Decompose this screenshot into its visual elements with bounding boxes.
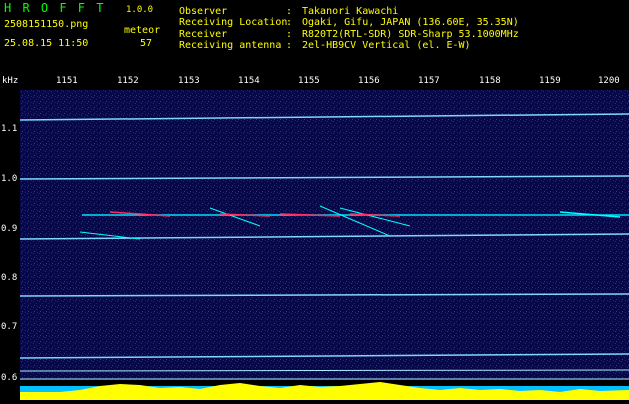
y-tick-label: 0.8 (1, 273, 18, 283)
frequency-unit-label: kHz (2, 76, 19, 86)
file-name: 2508151150.png (4, 19, 89, 30)
spectrogram-panel (19, 90, 629, 380)
activity-histogram (20, 382, 629, 400)
x-tick-label: 1152 (117, 76, 139, 86)
info-value-antenna: 2el-HB9CV Vertical (el. E-W) (302, 40, 471, 51)
activity-bar (20, 380, 629, 400)
app-title: H R O F F T (4, 1, 106, 15)
y-tick-label: 0.6 (1, 373, 18, 383)
x-tick-label: 1151 (56, 76, 78, 86)
y-tick-label: 0.7 (1, 322, 18, 332)
meteor-count: 57 (140, 38, 153, 49)
y-tick-label: 1.1 (1, 124, 18, 134)
x-tick-label: 1153 (178, 76, 200, 86)
x-tick-label: 1154 (238, 76, 260, 86)
x-tick-label: 1158 (479, 76, 501, 86)
timestamp: 25.08.15 11:50 (4, 38, 89, 49)
time-axis: 1.1 1.0 0.9 0.8 0.7 0.6 (0, 90, 20, 400)
spectrogram-image (19, 90, 629, 380)
info-key-antenna: Receiving antenna (179, 40, 282, 51)
y-tick-label: 0.9 (1, 224, 18, 234)
x-tick-label: 1157 (418, 76, 440, 86)
frequency-axis: 1151 1152 1153 1154 1155 1156 1157 1158 … (20, 76, 629, 90)
x-tick-label: 1155 (298, 76, 320, 86)
info-separator: : (286, 17, 293, 28)
meteor-label: meteor (124, 25, 161, 36)
info-value-location: Ogaki, Gifu, JAPAN (136.60E, 35.35N) (302, 17, 519, 28)
x-tick-label: 1159 (539, 76, 561, 86)
info-header: H R O F F T 1.0.0 2508151150.png 25.08.1… (0, 0, 629, 74)
app-version: 1.0.0 (126, 5, 154, 15)
info-key-location: Receiving Location (179, 17, 288, 28)
activity-fill (20, 382, 629, 400)
info-separator: : (286, 40, 293, 51)
x-tick-label: 1156 (358, 76, 380, 86)
x-tick-label: 1200 (598, 76, 620, 86)
y-tick-label: 1.0 (1, 174, 18, 184)
